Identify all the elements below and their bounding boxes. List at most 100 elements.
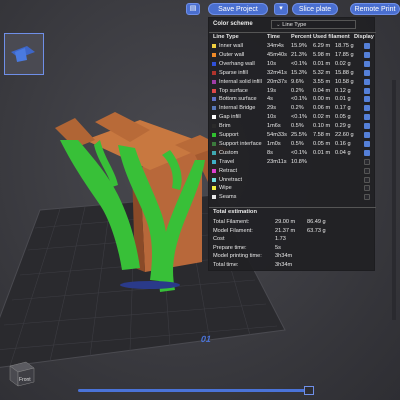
line-type-name: Sparse infill [219,69,248,76]
line-type-name: Inner wall [219,43,243,49]
display-checkbox[interactable] [364,96,370,103]
header-time: Time [267,34,280,40]
line-type-length: 0.04 m [313,87,331,94]
plate-thumbnail[interactable] [4,33,44,75]
display-checkbox[interactable] [364,194,370,201]
legend-header: Line Type Time Percent Used filament Dis… [209,33,376,41]
line-type-length: 0.10 m [313,123,331,130]
legend-row: Overhang wall 10s <0.1% 0.01 m 0.02 g [209,60,376,68]
estimation-value: 5s [275,244,281,251]
estimation-value: 1.73 [275,236,286,243]
line-type-time: 10s [267,114,277,121]
line-type-name: Gap infill [219,114,241,121]
display-checkbox[interactable] [364,176,370,183]
display-checkbox[interactable] [364,43,370,49]
legend-row: Wipe [209,184,376,192]
line-type-swatch [212,70,216,75]
vertical-layer-slider[interactable] [392,80,396,320]
color-scheme-selected: Line Type [282,22,307,28]
line-type-name: Top surface [219,87,248,94]
line-type-time: 10s [267,60,277,67]
legend-row: Top surface 19s 0.2% 0.04 m 0.12 g [209,87,376,95]
display-checkbox[interactable] [364,149,370,156]
line-type-percent: <0.1% [291,60,308,67]
line-type-percent: <0.1% [291,114,308,121]
estimation-row: Model printing time: 3h34m [209,252,376,260]
remote-print-button[interactable]: Remote Print [350,3,400,15]
view-cube[interactable]: Front [4,354,38,388]
legend-row: Retract [209,167,376,175]
estimation-row: Total time: 3h34m [209,261,376,269]
estimation-row: Total Filament: 29.00 m 86.49 g [209,218,376,226]
line-type-percent: 15.3% [291,69,307,76]
legend-row: Custom 8s <0.1% 0.01 m 0.04 g [209,149,376,157]
display-checkbox[interactable] [364,140,370,147]
estimation-label: Total time: [213,262,239,268]
legend-row: Support 54m33s 25.5% 7.58 m 22.60 g [209,131,376,139]
line-type-swatch [212,124,216,129]
line-type-name: Seams [219,194,237,201]
line-type-weight: 0.05 g [335,114,351,121]
header-used-filament: Used filament [313,34,350,40]
layers-icon[interactable]: ▤ [186,3,200,15]
estimation-value-secondary: 86.49 g [307,219,326,225]
line-type-swatch [212,115,216,120]
line-type-time: 34m4s [267,43,284,49]
line-type-time: 4s [267,96,273,103]
layer-slider-thumb[interactable] [304,386,314,395]
line-type-weight: 0.17 g [335,105,351,112]
line-type-percent: 21.3% [291,51,307,58]
total-estimation-title: Total estimation [213,209,258,215]
line-type-length: 0.00 m [313,96,331,103]
display-checkbox[interactable] [364,87,370,94]
line-type-swatch [212,97,216,102]
line-type-swatch [212,44,216,48]
line-type-time: 32m41s [267,69,287,76]
dropdown-icon[interactable]: ▾ [274,3,288,15]
estimation-value-secondary: 63.73 g [307,227,326,234]
color-scheme-panel: Color scheme ⌄ Line Type Line Type Time … [208,17,376,271]
chevron-down-icon: ⌄ [276,22,281,28]
display-checkbox[interactable] [364,60,370,67]
legend-row: Support interface 1m0s 0.5% 0.05 m 0.16 g [209,140,376,148]
line-type-name: Internal Bridge [219,105,256,112]
header-line-type: Line Type [213,34,239,40]
line-type-percent: 25.5% [291,132,307,138]
save-project-button[interactable]: Save Project [208,3,268,15]
slice-plate-button[interactable]: Slice plate [292,3,338,15]
legend-row: Internal Bridge 29s 0.2% 0.06 m 0.17 g [209,104,376,112]
line-type-name: Travel [219,158,235,165]
estimation-label: Prepare time: [213,244,247,251]
line-type-length: 0.06 m [313,105,331,112]
layer-slider-track[interactable] [78,389,310,392]
line-type-name: Unretract [219,176,243,183]
display-checkbox[interactable] [364,185,370,192]
display-checkbox[interactable] [364,78,370,85]
display-checkbox[interactable] [364,105,370,112]
legend-row: Bottom surface 4s <0.1% 0.00 m 0.01 g [209,95,376,103]
line-type-time: 1m0s [267,140,281,147]
display-checkbox[interactable] [364,114,370,121]
display-checkbox[interactable] [364,132,370,138]
line-type-weight: 0.01 g [335,96,351,103]
line-type-swatch [212,150,216,155]
line-type-weight: 22.60 g [335,132,354,138]
display-checkbox[interactable] [364,167,370,174]
line-type-length: 6.29 m [313,43,331,49]
estimation-value: 29.00 m [275,219,296,225]
color-scheme-select[interactable]: ⌄ Line Type [271,20,356,29]
line-type-weight: 18.75 g [335,43,354,49]
legend-row: Seams [209,193,376,201]
estimation-value: 21.37 m [275,227,296,234]
display-checkbox[interactable] [364,123,370,130]
display-checkbox[interactable] [364,158,370,165]
line-type-percent: 0.2% [291,105,304,112]
line-type-percent: 10.8% [291,158,307,165]
line-type-swatch [212,88,216,93]
line-type-length: 0.02 m [313,114,331,121]
line-type-swatch [212,141,216,146]
display-checkbox[interactable] [364,69,370,76]
display-checkbox[interactable] [364,51,370,58]
estimation-row: Cost 1.73 [209,235,376,243]
line-type-name: Support interface [219,140,262,147]
